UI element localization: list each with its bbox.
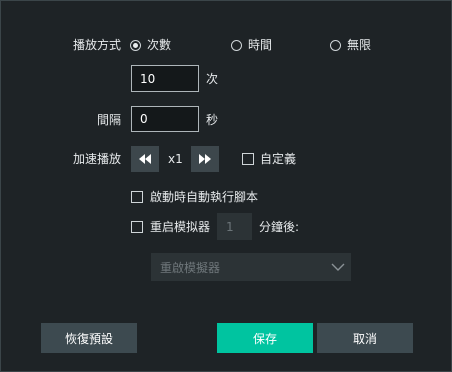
fast-forward-icon [199,154,211,164]
restart-label: 重启模拟器 [150,220,211,234]
faster-button[interactable] [191,146,219,172]
restart-unit: 分鐘後: [259,220,300,234]
speed-label: 加速播放 [73,152,122,166]
restart-action-value: 重啟模擬器 [160,260,221,275]
custom-speed-checkbox[interactable] [242,153,254,165]
dialog-frame [0,0,452,372]
autorun-option[interactable]: 啟動時自動執行腳本 [131,189,258,205]
interval-label: 間隔 [97,113,122,127]
restart-option[interactable]: 重启模拟器 [131,219,210,235]
radio-infinite-button[interactable] [330,39,341,51]
radio-time[interactable]: 時間 [231,37,272,53]
radio-count-label: 次數 [147,38,172,52]
slower-button[interactable] [131,146,159,172]
speed-value: x1 [168,152,183,166]
radio-count[interactable]: 次數 [130,37,171,53]
radio-time-button[interactable] [231,39,242,51]
autorun-checkbox[interactable] [131,191,143,203]
custom-speed-option[interactable]: 自定義 [242,151,296,167]
reset-defaults-button[interactable]: 恢復預設 [41,323,137,353]
save-button[interactable]: 保存 [217,323,313,353]
rewind-icon [139,154,151,164]
radio-infinite-label: 無限 [347,38,372,52]
playback-mode-label: 播放方式 [73,38,122,52]
chevron-down-icon [331,263,345,271]
restart-action-select[interactable]: 重啟模擬器 [151,253,351,281]
count-input[interactable]: 10 [131,65,199,92]
cancel-button[interactable]: 取消 [317,323,413,353]
radio-selected-dot [133,42,138,48]
restart-minutes-input[interactable]: 1 [217,213,252,240]
autorun-label: 啟動時自動執行腳本 [150,190,259,204]
interval-input[interactable]: 0 [131,106,199,132]
radio-count-button[interactable] [130,39,141,51]
interval-unit: 秒 [206,113,219,127]
custom-speed-label: 自定義 [260,152,297,166]
restart-checkbox[interactable] [131,221,143,233]
count-unit: 次 [206,72,219,86]
radio-infinite[interactable]: 無限 [330,37,371,53]
radio-time-label: 時間 [248,38,273,52]
